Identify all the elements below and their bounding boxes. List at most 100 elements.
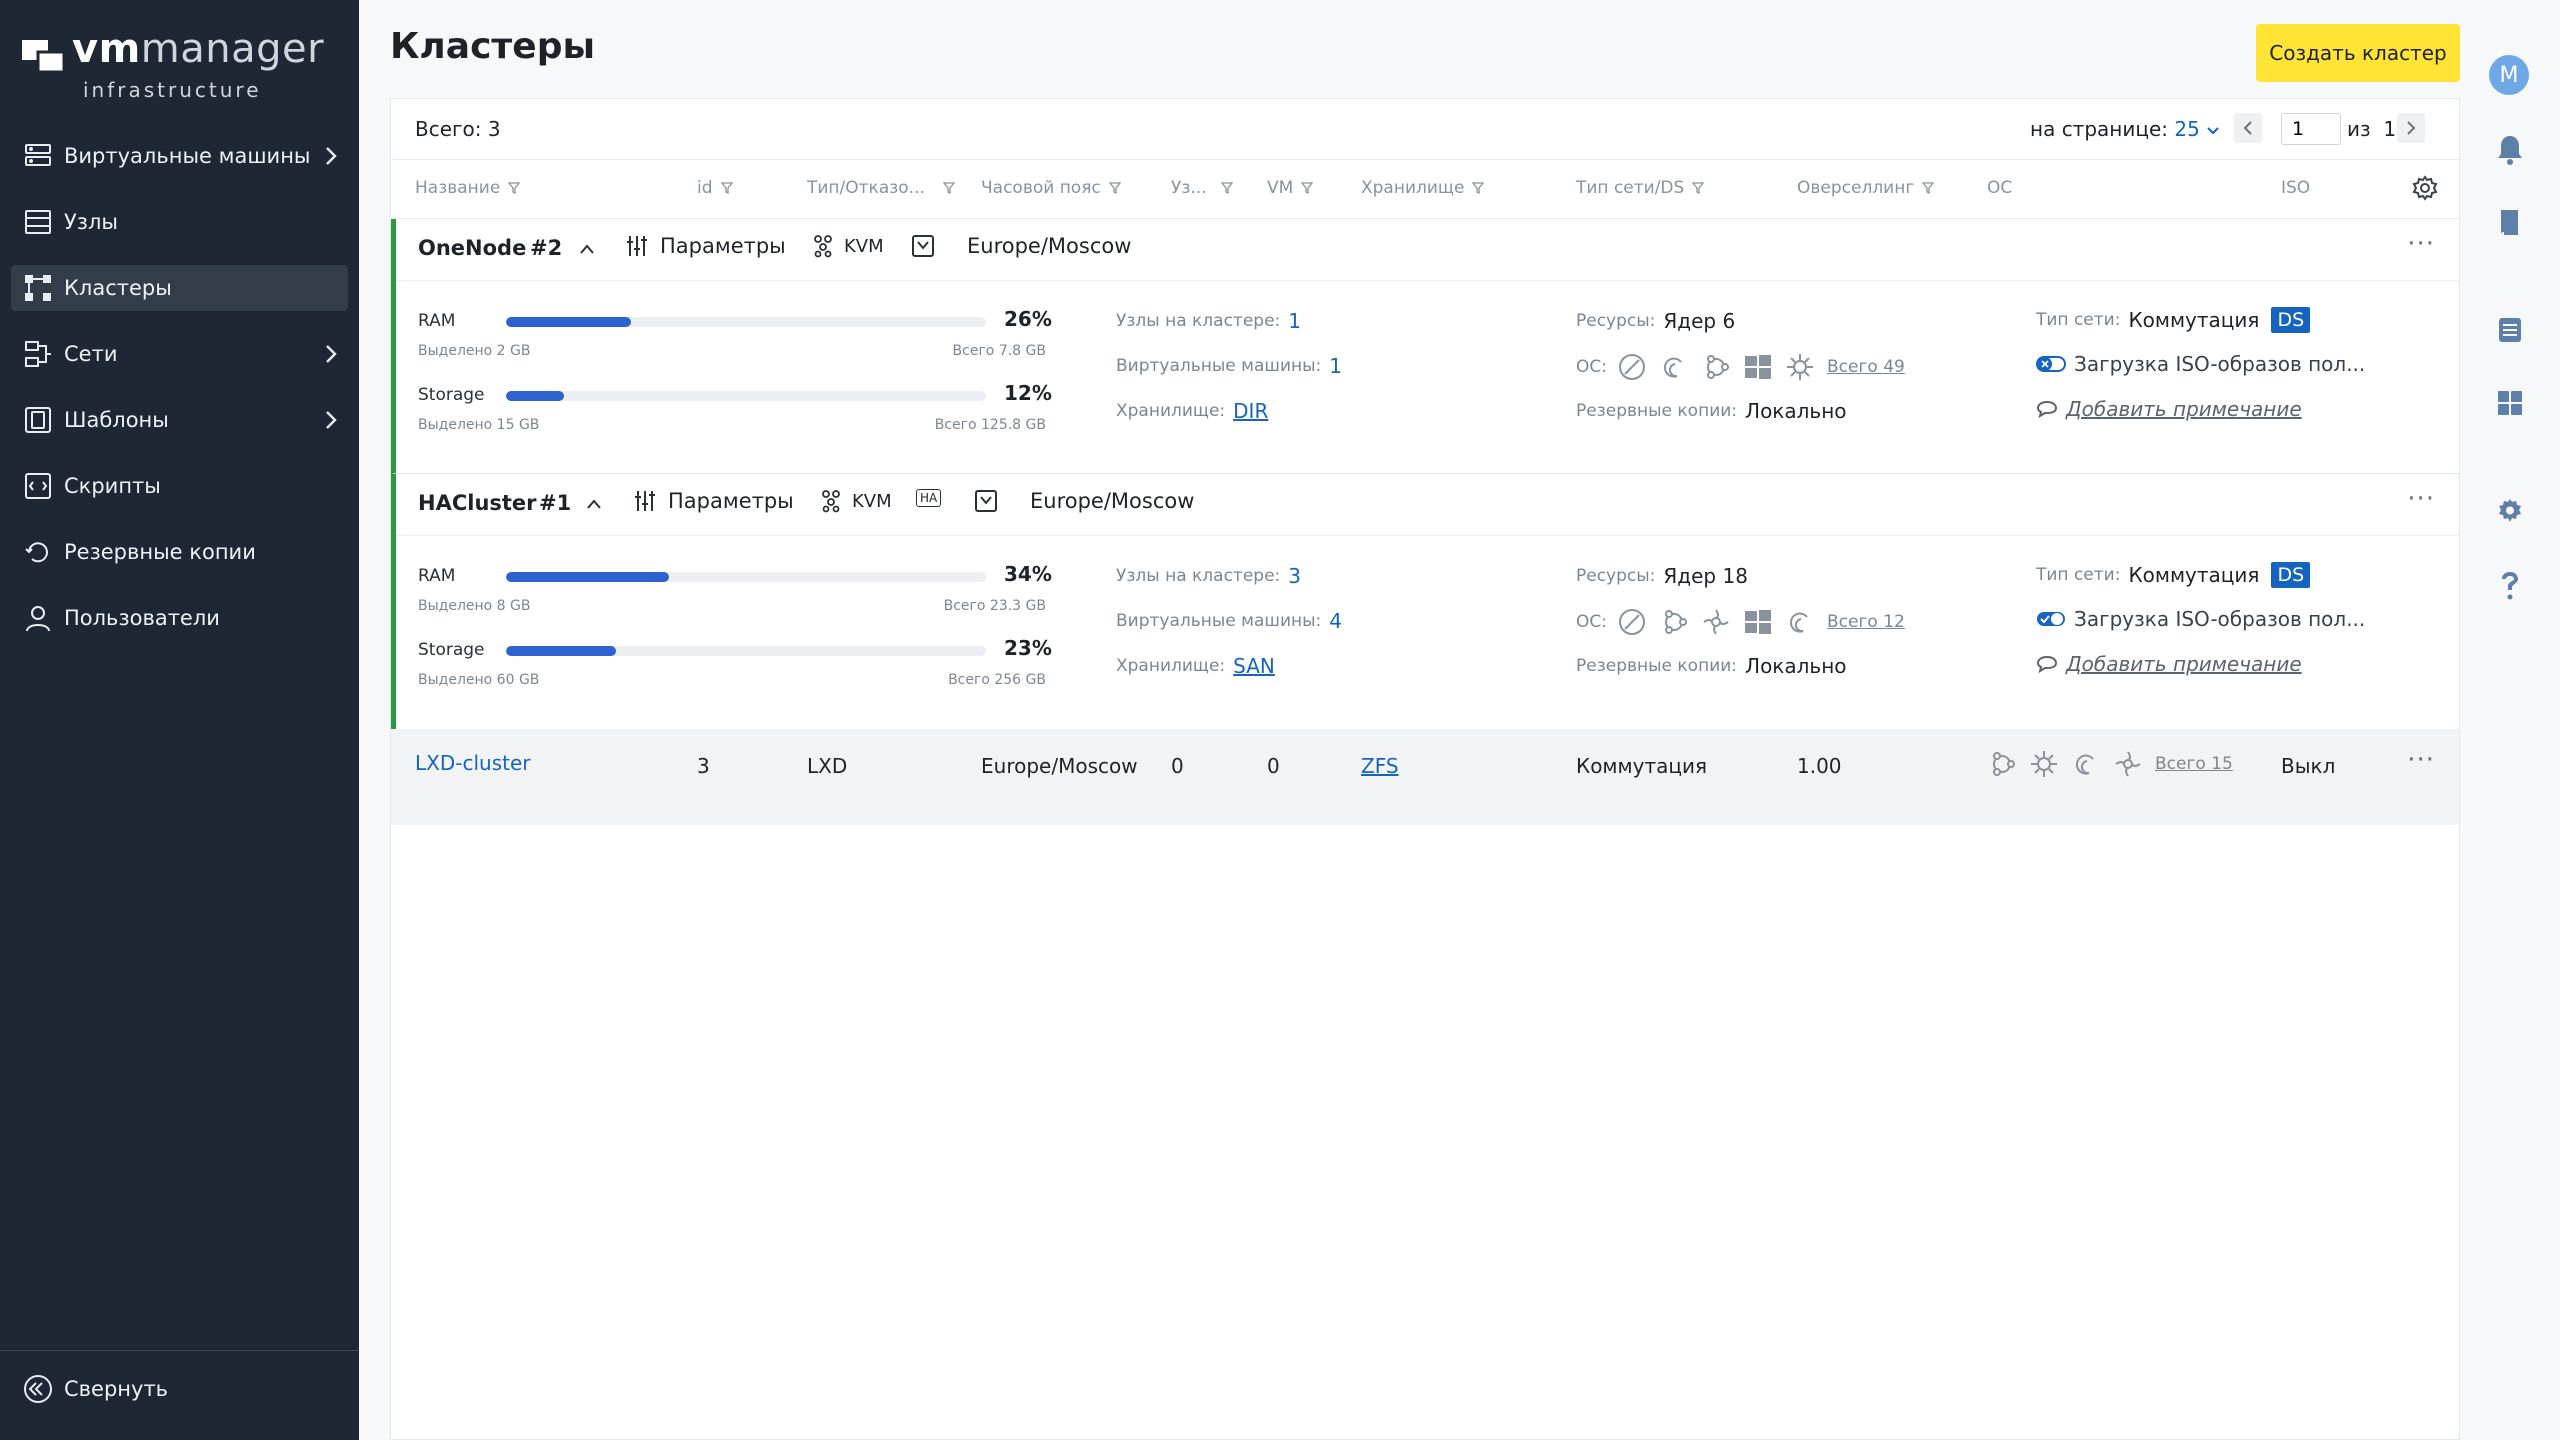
storage-kind-link[interactable]: SAN [1233,654,1275,678]
per-page-selector[interactable]: на странице: 25 [2030,117,2220,141]
os-total-link[interactable]: Всего 12 [1827,612,1905,632]
sidebar-item-label: Узлы [64,210,118,234]
lxd-cluster-name-link[interactable]: LXD-cluster [415,751,530,775]
filter-icon[interactable] [1472,182,1485,194]
grid-apps-icon[interactable] [2497,390,2523,416]
create-cluster-button[interactable]: Создать кластер [2256,24,2460,82]
more-menu-icon[interactable]: ··· [2407,484,2435,514]
cluster-type: KVM [812,234,884,258]
filter-icon[interactable] [942,182,955,194]
filter-icon[interactable] [720,182,733,194]
nodes-label: Узлы на кластере: [1116,566,1281,586]
column-iso[interactable]: ISO [2281,178,2310,198]
more-menu-icon[interactable]: ··· [2407,745,2435,775]
filter-icon[interactable] [1692,182,1705,194]
sidebar-item-clusters[interactable]: Кластеры [11,265,348,311]
collapse-sidebar-button[interactable]: Свернуть [22,1373,168,1405]
os-total-link[interactable]: Всего 15 [2155,754,2233,774]
table-settings-gear-icon[interactable] [2411,174,2439,202]
cluster-params-button[interactable]: Параметры [634,489,794,513]
chevron-up-icon[interactable] [579,243,595,255]
next-page-button[interactable] [2397,113,2425,143]
iso-toggle-on[interactable] [2036,609,2068,629]
logo-vm: vm [72,26,141,72]
add-note-link[interactable]: Добавить примечание [2036,652,2302,676]
column-type[interactable]: Тип/Отказо... [807,178,955,198]
column-storage[interactable]: Хранилище [1361,178,1485,198]
column-overselling[interactable]: Оверселлинг [1797,178,1935,198]
lxd-cluster-vms: 0 [1267,754,1280,778]
storage-label: Storage [418,385,485,405]
nodes-link[interactable]: 1 [1288,309,1301,333]
column-name[interactable]: Название [415,178,521,198]
storage-allocated: Выделено 60 GB [418,672,540,688]
settings-gear-icon[interactable] [2495,496,2525,526]
sidebar-item-users[interactable]: Пользователи [0,585,359,651]
help-question-icon[interactable] [2499,570,2521,602]
column-timezone[interactable]: Часовой пояс [981,178,1121,198]
table-row[interactable]: LXD-cluster 3 LXD Europe/Moscow 0 0 ZFS … [391,729,2459,825]
more-menu-icon[interactable]: ··· [2407,229,2435,259]
filter-icon[interactable] [1220,182,1233,194]
ram-allocated: Выделено 8 GB [418,598,531,614]
add-note-link[interactable]: Добавить примечание [2036,397,2302,421]
sidebar-item-vms[interactable]: Виртуальные машины [0,123,359,189]
filter-icon[interactable] [1301,182,1314,194]
avatar[interactable]: M [2489,55,2529,95]
type-label: KVM [844,235,884,257]
resources-value: Ядер 18 [1663,564,1748,588]
vm-icon [22,140,54,172]
cluster-header: OneNode #2 Параметры KVM Europe/Moscow ·… [396,219,2459,281]
lxd-cluster-storage-link[interactable]: ZFS [1361,754,1399,778]
sidebar-item-nodes[interactable]: Узлы [0,189,359,255]
sidebar-item-networks[interactable]: Сети [0,321,359,387]
storage-kind-label: Хранилище: [1116,401,1226,421]
bell-icon[interactable] [2496,134,2524,166]
users-icon [22,602,54,634]
prev-page-button[interactable] [2234,113,2262,143]
os-total-link[interactable]: Всего 49 [1827,357,1905,377]
filter-icon[interactable] [1922,182,1935,194]
storage-kind-link[interactable]: DIR [1233,399,1268,423]
chevron-right-icon [326,147,337,165]
filter-icon[interactable] [1108,182,1121,194]
cluster-name[interactable]: HACluster [418,491,537,515]
column-vm[interactable]: VM [1267,178,1314,198]
column-os[interactable]: ОС [1987,178,2012,198]
sidebar-item-label: Сети [64,342,118,366]
column-network[interactable]: Тип сети/DS [1576,178,1705,198]
lxd-cluster-os: Всего 15 [1987,749,2233,779]
cluster-name[interactable]: OneNode [418,236,526,260]
nodes-link[interactable]: 3 [1288,564,1301,588]
ram-percent: 34% [1004,562,1052,586]
resources-value: Ядер 6 [1663,309,1736,333]
storage-progress-bar [506,646,986,656]
filter-icon[interactable] [508,182,521,194]
cluster-params-button[interactable]: Параметры [626,234,786,258]
document-list-icon[interactable] [2497,316,2523,344]
page-number-input[interactable] [2281,113,2341,145]
vms-link[interactable]: 1 [1329,354,1342,378]
iso-label: Загрузка ISO-образов пол... [2074,607,2366,631]
avatar-letter: M [2499,62,2519,88]
storage-kind-label: Хранилище: [1116,656,1226,676]
sidebar-item-scripts[interactable]: Скрипты [0,453,359,519]
ha-icon: HA [916,489,942,507]
sidebar-item-backups[interactable]: Резервные копии [0,519,359,585]
ubuntu-icon [1993,752,2015,776]
lxd-cluster-id: 3 [697,754,710,778]
chevron-up-icon[interactable] [586,498,602,510]
add-note-label: Добавить примечание [2066,397,2302,421]
column-nodes[interactable]: Уз... [1171,178,1233,198]
table-header: Название id Тип/Отказо... Часовой пояс У… [391,159,2459,219]
resources-label: Ресурсы: [1576,566,1656,586]
iso-toggle-off[interactable] [2036,354,2068,374]
sidebar-item-label: Шаблоны [64,408,169,432]
vms-link[interactable]: 4 [1329,609,1342,633]
cluster-card-onenode: OneNode #2 Параметры KVM Europe/Moscow ·… [391,219,2459,474]
collapse-label: Свернуть [64,1377,169,1401]
sidebar-item-templates[interactable]: Шаблоны [0,387,359,453]
column-id[interactable]: id [697,178,733,198]
kvm-icon [822,490,840,513]
book-icon[interactable] [2498,208,2522,236]
